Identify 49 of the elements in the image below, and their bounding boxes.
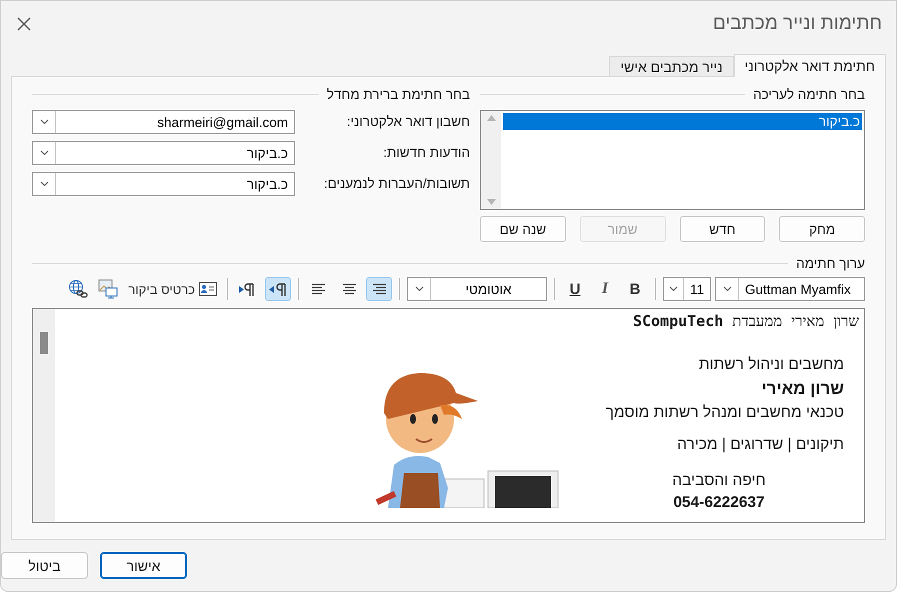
align-right-button[interactable] (366, 277, 392, 301)
signature-list[interactable]: כ.ביקור (480, 110, 865, 210)
signature-text: 054-6222637 (672, 493, 766, 513)
business-card-button[interactable]: כרטיס ביקור (125, 277, 220, 301)
dropdown-field[interactable]: כ.ביקור (32, 141, 295, 165)
dropdown-field[interactable]: sharmeiri@gmail.com (32, 110, 295, 134)
dialog-button[interactable]: אישור (100, 552, 187, 579)
section-heading: בחר חתימת ברירת מחדל (326, 86, 470, 102)
font-color-dropdown[interactable]: אוטומטי (407, 277, 547, 301)
chevron-down-icon (669, 286, 678, 292)
paragraph-rtl-icon (269, 282, 287, 296)
chevron-down-icon (40, 119, 48, 125)
bold-button[interactable]: B (622, 277, 648, 301)
chevron-down-icon (40, 181, 48, 187)
window-title: חתימות ונייר מכתבים (712, 13, 882, 35)
field-label: תשובות/העברות לנמענים: (322, 175, 470, 191)
signature-list-item[interactable]: כ.ביקור (503, 113, 862, 130)
tab[interactable]: חתימת דואר אלקטרוני (734, 54, 886, 77)
section-heading: בחר חתימה לעריכה (753, 86, 865, 102)
signature-action-button[interactable]: חדש (680, 216, 766, 242)
signature-text: מחשבים וניהול רשתות (698, 355, 844, 375)
font-size-dropdown[interactable]: 11 (663, 277, 711, 301)
signature-text: טכנאי מחשבים ומנהל רשתות מוסמך (604, 403, 844, 423)
globe-link-icon (68, 279, 88, 299)
close-icon (17, 17, 31, 31)
underline-button[interactable]: U (562, 277, 588, 301)
chevron-down-icon (722, 286, 732, 292)
field-label: הודעות חדשות: (382, 144, 470, 160)
signature-text: חיפה והסביבה (671, 471, 767, 491)
align-left-icon (312, 283, 326, 295)
section-heading: ערוך חתימה (796, 256, 865, 270)
chevron-down-icon (40, 150, 48, 156)
italic-button[interactable]: I (592, 277, 618, 301)
scrollbar-thumb[interactable] (40, 332, 48, 354)
picture-icon (98, 279, 118, 299)
signature-text: תיקונים | שדרוגים | מכירה (676, 435, 844, 455)
signature-action-button[interactable]: מחק (779, 216, 865, 242)
dialog-button[interactable]: ביטול (1, 552, 88, 579)
align-center-icon (342, 283, 356, 295)
signature-action-button[interactable]: שנה שם (480, 216, 566, 242)
dropdown-field[interactable]: כ.ביקור (32, 172, 295, 196)
chevron-down-icon (414, 286, 424, 292)
field-label: חשבון דואר אלקטרוני: (346, 113, 470, 129)
align-right-icon (372, 283, 386, 295)
tab[interactable]: נייר מכתבים אישי (609, 56, 734, 76)
rtl-button[interactable] (265, 277, 291, 301)
contact-card-icon (199, 282, 217, 296)
signature-text: שרון מאירי (760, 378, 844, 400)
font-dropdown[interactable]: Guttman Myamfix (715, 277, 865, 301)
